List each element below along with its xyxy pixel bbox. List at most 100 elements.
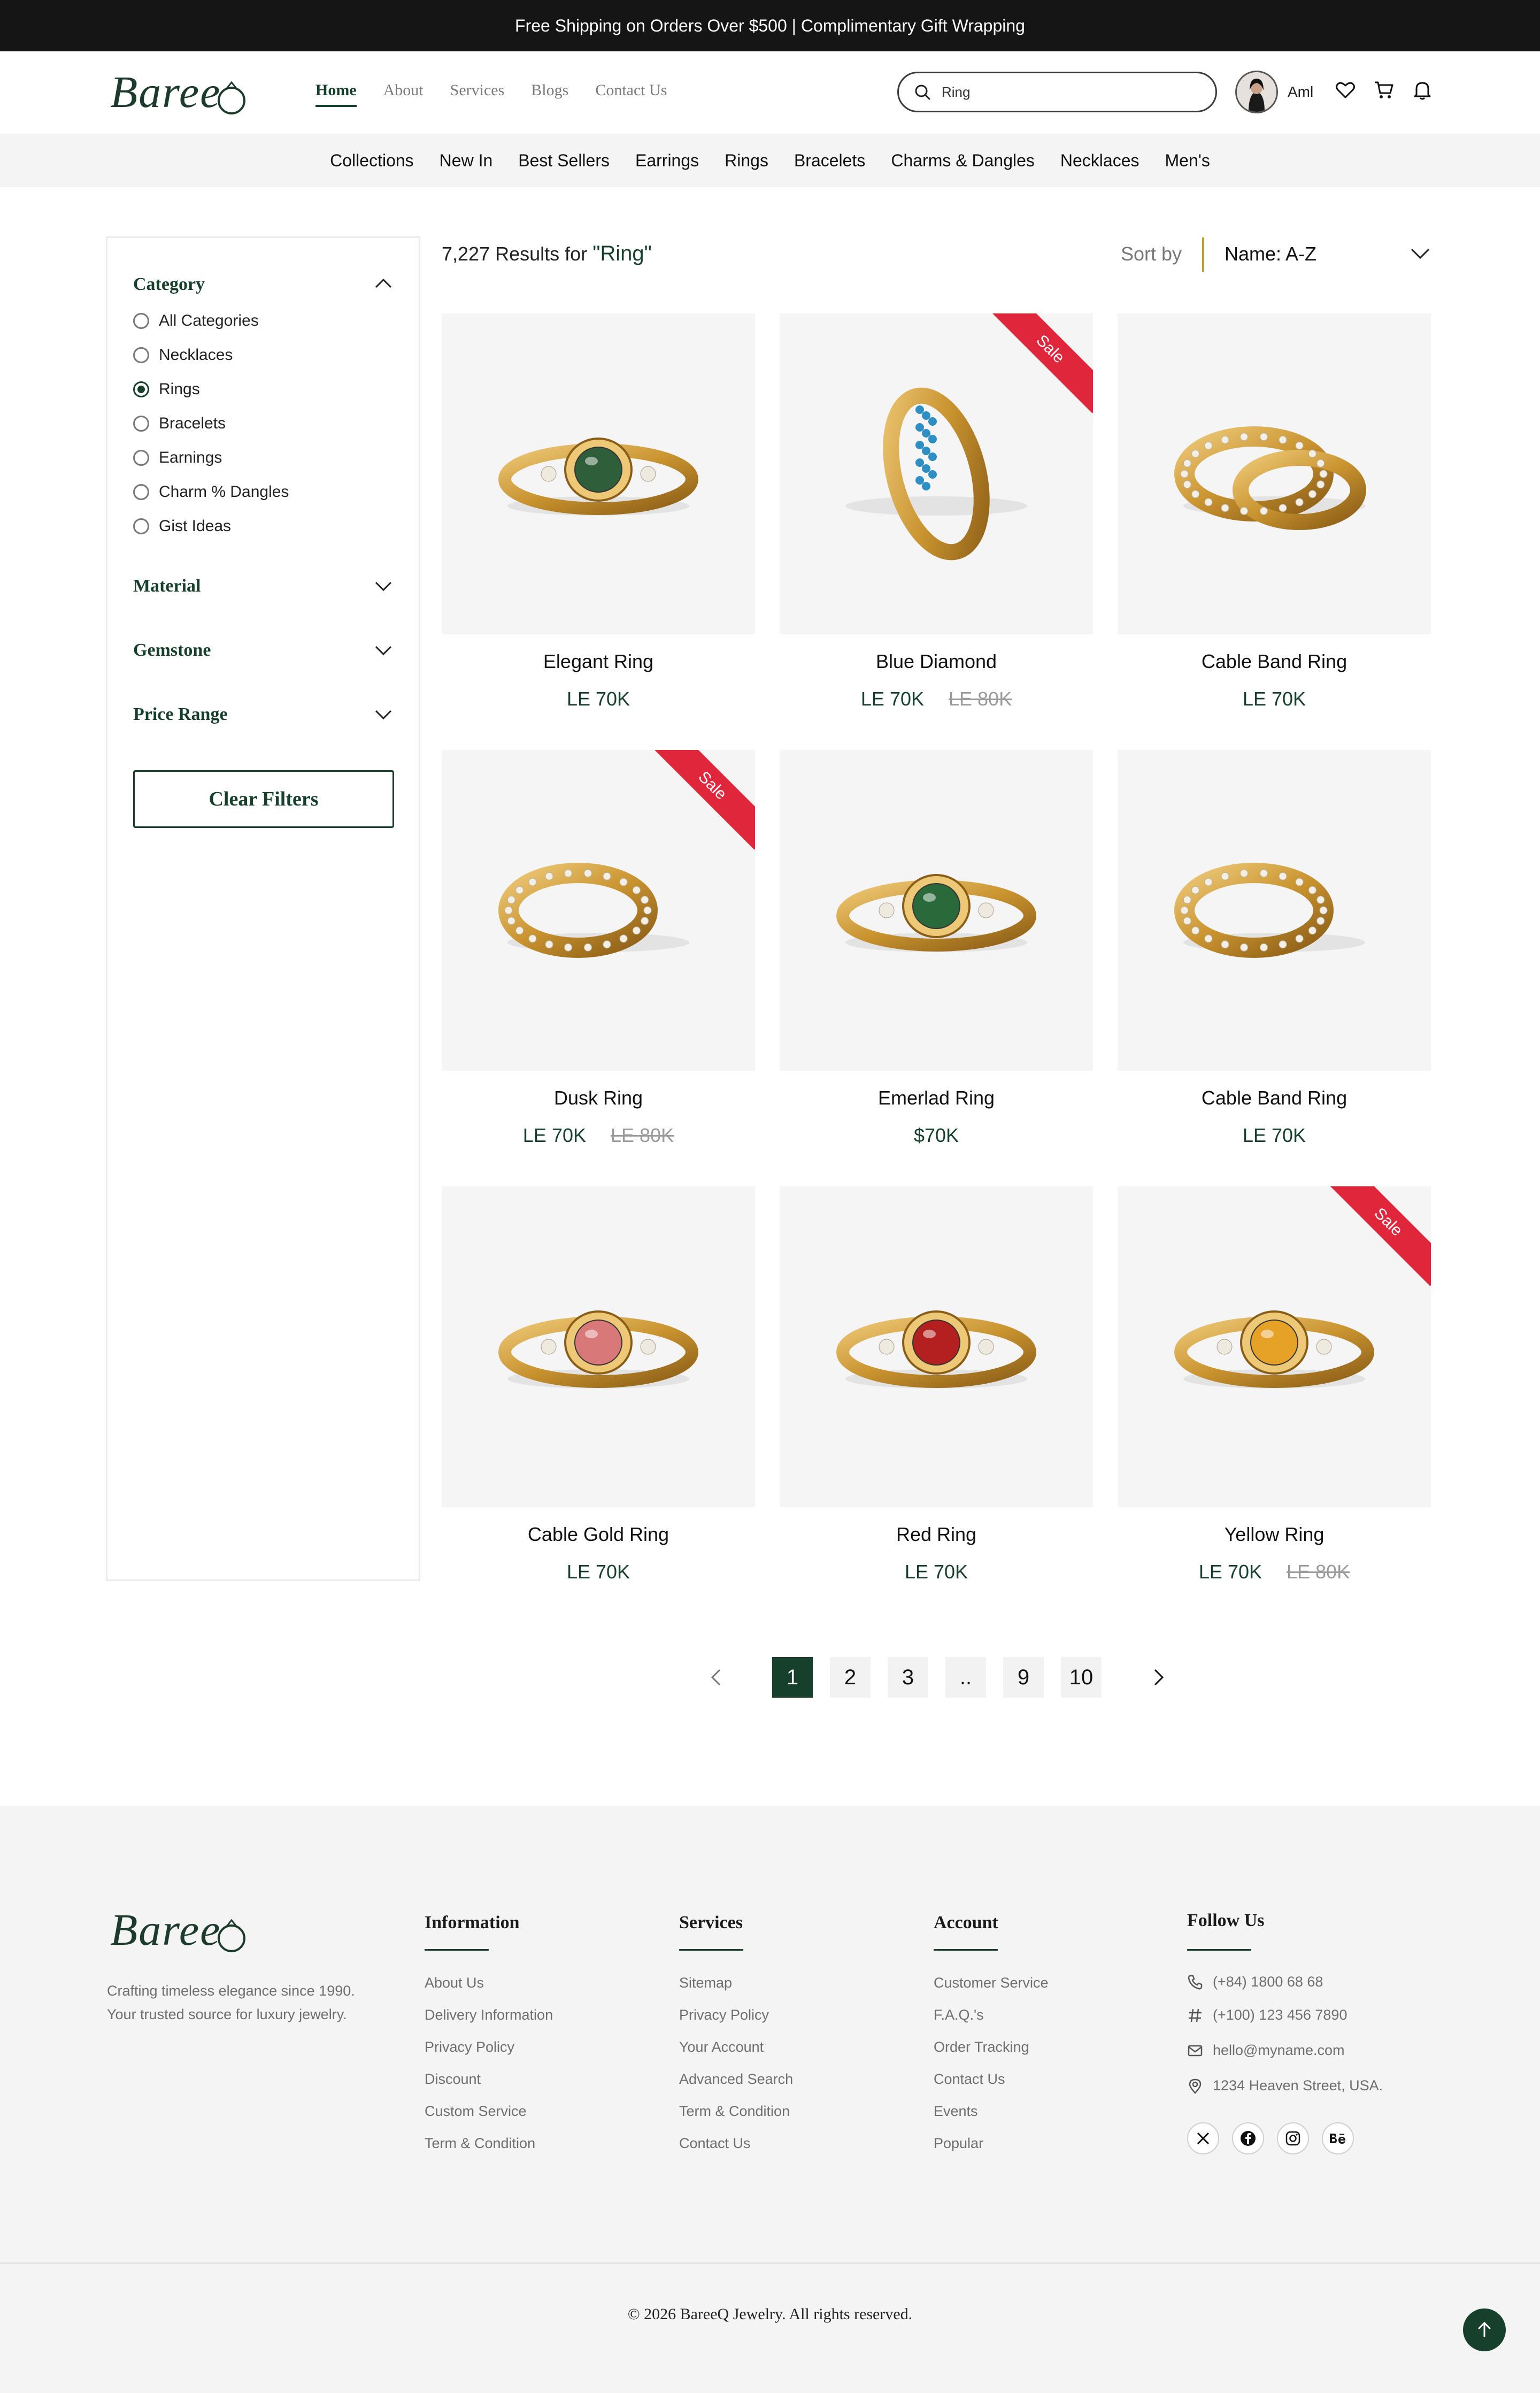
page-1[interactable]: 1 bbox=[772, 1657, 813, 1698]
contact-email[interactable]: hello@myname.com bbox=[1187, 2042, 1345, 2059]
chevron-up-icon[interactable] bbox=[374, 277, 393, 289]
footer-link[interactable]: Delivery Information bbox=[425, 2007, 553, 2023]
footer-link[interactable]: Discount bbox=[425, 2071, 481, 2088]
product-card[interactable]: Cable Gold Ring LE 70K bbox=[442, 1186, 755, 1583]
filter-material-title[interactable]: Material bbox=[133, 576, 201, 596]
product-image[interactable] bbox=[780, 750, 1093, 1071]
page-3[interactable]: 3 bbox=[888, 1657, 928, 1698]
filter-category-title[interactable]: Category bbox=[133, 274, 205, 295]
footer-link[interactable]: Custom Service bbox=[425, 2103, 527, 2120]
category-link[interactable]: Collections bbox=[330, 151, 414, 171]
footer-link[interactable]: F.A.Q.'s bbox=[934, 2007, 984, 2023]
product-card[interactable]: Cable Band Ring LE 70K bbox=[1118, 750, 1431, 1147]
footer-link[interactable]: Customer Service bbox=[934, 1975, 1049, 1991]
filter-option-rings[interactable]: Rings bbox=[133, 380, 200, 398]
radio-button[interactable] bbox=[133, 347, 149, 363]
product-image[interactable]: Sale bbox=[442, 750, 755, 1071]
product-card[interactable]: Emerlad Ring $70K bbox=[780, 750, 1093, 1147]
product-name[interactable]: Cable Band Ring bbox=[1118, 650, 1431, 673]
footer-link[interactable]: Privacy Policy bbox=[679, 2007, 769, 2023]
behance-icon[interactable] bbox=[1322, 2122, 1354, 2154]
product-image[interactable] bbox=[1118, 750, 1431, 1071]
search-box[interactable] bbox=[897, 72, 1217, 112]
page-10[interactable]: 10 bbox=[1061, 1657, 1102, 1698]
x-icon[interactable] bbox=[1187, 2122, 1219, 2154]
filter-price-range-title[interactable]: Price Range bbox=[133, 704, 228, 725]
logo[interactable]: Baree bbox=[110, 66, 252, 118]
bell-icon[interactable] bbox=[1412, 79, 1433, 101]
chevron-down-icon[interactable] bbox=[374, 645, 393, 657]
nav-services[interactable]: Services bbox=[450, 81, 505, 99]
contact-fax[interactable]: (+100) 123 456 7890 bbox=[1187, 2007, 1347, 2023]
filter-option-necklaces[interactable]: Necklaces bbox=[133, 346, 233, 364]
radio-button[interactable] bbox=[133, 416, 149, 432]
category-link[interactable]: Rings bbox=[725, 151, 768, 171]
product-name[interactable]: Elegant Ring bbox=[442, 650, 755, 673]
heart-icon[interactable] bbox=[1335, 79, 1356, 101]
filter-option-gist-ideas[interactable]: Gist Ideas bbox=[133, 517, 231, 535]
footer-link[interactable]: Contact Us bbox=[934, 2071, 1005, 2088]
product-image[interactable] bbox=[780, 1186, 1093, 1507]
product-image[interactable] bbox=[442, 313, 755, 634]
page-2[interactable]: 2 bbox=[830, 1657, 871, 1698]
avatar[interactable] bbox=[1235, 71, 1278, 113]
footer-link[interactable]: Contact Us bbox=[679, 2135, 751, 2152]
chevron-down-icon[interactable] bbox=[374, 709, 393, 722]
category-link[interactable]: Bracelets bbox=[794, 151, 865, 171]
product-card[interactable]: Cable Band Ring LE 70K bbox=[1118, 313, 1431, 710]
footer-link[interactable]: Order Tracking bbox=[934, 2039, 1029, 2055]
product-name[interactable]: Cable Band Ring bbox=[1118, 1087, 1431, 1109]
product-image[interactable] bbox=[442, 1186, 755, 1507]
product-name[interactable]: Red Ring bbox=[780, 1523, 1093, 1546]
product-image[interactable] bbox=[1118, 313, 1431, 634]
footer-link[interactable]: Advanced Search bbox=[679, 2071, 793, 2088]
footer-link[interactable]: Events bbox=[934, 2103, 978, 2120]
footer-link[interactable]: Term & Condition bbox=[425, 2135, 535, 2152]
category-link[interactable]: Men's bbox=[1165, 151, 1210, 171]
radio-button[interactable] bbox=[133, 484, 149, 500]
filter-option-bracelets[interactable]: Bracelets bbox=[133, 415, 226, 433]
footer-logo[interactable]: Baree bbox=[110, 1904, 252, 1956]
product-name[interactable]: Dusk Ring bbox=[442, 1087, 755, 1109]
footer-link[interactable]: Your Account bbox=[679, 2039, 764, 2055]
product-name[interactable]: Blue Diamond bbox=[780, 650, 1093, 673]
radio-button-selected[interactable] bbox=[133, 381, 149, 397]
product-card[interactable]: Elegant Ring LE 70K bbox=[442, 313, 755, 710]
product-name[interactable]: Emerlad Ring bbox=[780, 1087, 1093, 1109]
chevron-down-icon[interactable] bbox=[374, 580, 393, 593]
radio-button[interactable] bbox=[133, 313, 149, 329]
chevron-down-icon[interactable] bbox=[1410, 247, 1431, 261]
footer-link[interactable]: Term & Condition bbox=[679, 2103, 790, 2120]
clear-filters-button[interactable]: Clear Filters bbox=[133, 770, 394, 828]
category-link[interactable]: Earrings bbox=[635, 151, 699, 171]
product-card[interactable]: Sale Dusk Ring LE 70K LE 80K bbox=[442, 750, 755, 1147]
filter-option-charm-dangles[interactable]: Charm % Dangles bbox=[133, 483, 289, 501]
category-link[interactable]: Charms & Dangles bbox=[891, 151, 1035, 171]
category-link[interactable]: Necklaces bbox=[1060, 151, 1139, 171]
product-name[interactable]: Cable Gold Ring bbox=[442, 1523, 755, 1546]
footer-link[interactable]: Popular bbox=[934, 2135, 983, 2152]
product-name[interactable]: Yellow Ring bbox=[1118, 1523, 1431, 1546]
sort-select[interactable]: Name: A-Z bbox=[1225, 243, 1316, 265]
nav-contact-us[interactable]: Contact Us bbox=[595, 81, 667, 99]
facebook-icon[interactable] bbox=[1232, 2122, 1264, 2154]
back-to-top-button[interactable] bbox=[1463, 2308, 1506, 2351]
search-input[interactable] bbox=[941, 83, 1189, 101]
category-link[interactable]: Best Sellers bbox=[518, 151, 610, 171]
page-9[interactable]: 9 bbox=[1003, 1657, 1044, 1698]
product-card[interactable]: Sale Yellow Ring LE 70K LE 80K bbox=[1118, 1186, 1431, 1583]
instagram-icon[interactable] bbox=[1277, 2122, 1309, 2154]
filter-gemstone-title[interactable]: Gemstone bbox=[133, 640, 211, 661]
nav-blogs[interactable]: Blogs bbox=[531, 81, 568, 99]
nav-about[interactable]: About bbox=[383, 81, 424, 99]
chevron-right-icon[interactable] bbox=[1149, 1668, 1168, 1687]
footer-link[interactable]: Privacy Policy bbox=[425, 2039, 514, 2055]
radio-button[interactable] bbox=[133, 518, 149, 534]
filter-option-all-categories[interactable]: All Categories bbox=[133, 312, 259, 330]
nav-home[interactable]: Home bbox=[315, 81, 357, 107]
footer-link[interactable]: About Us bbox=[425, 1975, 484, 1991]
product-image[interactable]: Sale bbox=[1118, 1186, 1431, 1507]
filter-option-earnings[interactable]: Earnings bbox=[133, 449, 222, 467]
category-link[interactable]: New In bbox=[440, 151, 493, 171]
contact-phone[interactable]: (+84) 1800 68 68 bbox=[1187, 1974, 1323, 1990]
